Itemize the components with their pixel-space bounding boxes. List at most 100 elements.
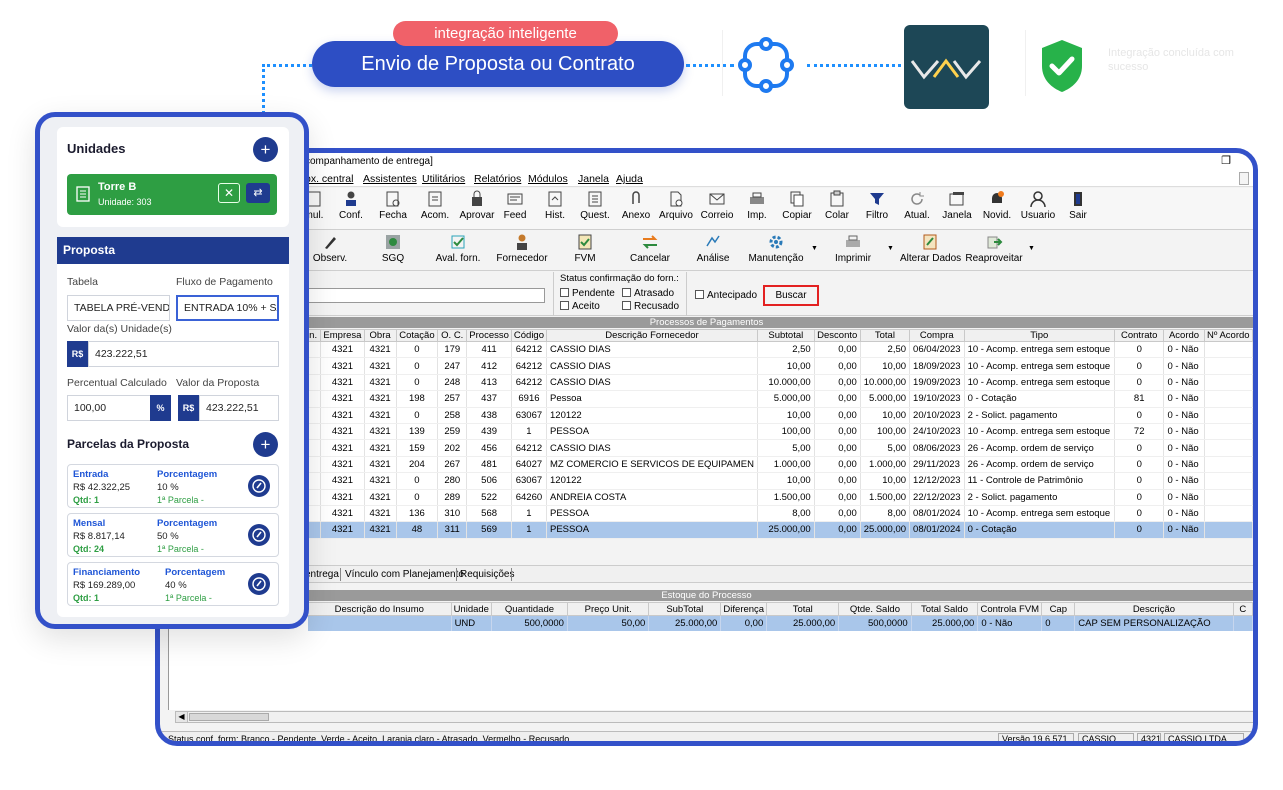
stock-column-header[interactable]: Controla FVM (977, 602, 1043, 616)
menu-relatorios[interactable]: Relatórios (474, 173, 521, 185)
percentual-field[interactable]: 100,00 (67, 395, 151, 421)
menu-utilitarios[interactable]: Utilitários (422, 173, 465, 185)
table-row[interactable]: 4321 4321 48 311 569 1 PESSOA 25.000,00 0,00 25.0… (305, 521, 1253, 539)
toolbar-anexo-button[interactable]: Anexo (615, 190, 657, 228)
valor-proposta-field[interactable]: 423.222,51 (199, 395, 279, 421)
toolbar-alterar-dados-button[interactable]: Alterar Dados (900, 233, 961, 269)
grid-column-header[interactable]: Código (510, 329, 548, 342)
stock-column-header[interactable]: C (1232, 602, 1253, 616)
reaproveitar-dropdown-icon[interactable]: ▼ (1028, 245, 1035, 252)
grid-column-header[interactable]: Empresa (320, 329, 365, 342)
toolbar-manutencao-button[interactable]: Manutenção (746, 233, 806, 269)
grid-column-header[interactable]: Processo (466, 329, 512, 342)
grid-column-header[interactable]: Obra (363, 329, 397, 342)
stock-grid-row[interactable]: UND 500,0000 50,00 25.000,00 0,00 25.000,00 50… (307, 615, 1253, 631)
buscar-button[interactable]: Buscar (763, 285, 819, 306)
scroll-thumb[interactable] (189, 713, 269, 721)
toolbar-fvm-button[interactable]: FVM (567, 233, 603, 269)
edit-parcela-icon[interactable] (248, 573, 270, 595)
tab-entrega[interactable]: entrega (305, 569, 339, 580)
toolbar-arquivo-button[interactable]: Arquivo (655, 190, 697, 228)
add-unidade-button[interactable]: + (253, 137, 278, 162)
recusado-checkbox[interactable]: Recusado (622, 301, 679, 312)
grid-column-header[interactable]: Acordo (1163, 329, 1205, 342)
stock-column-header[interactable]: Quantidade (490, 602, 568, 616)
toolbar-conf-button[interactable]: Conf. (330, 190, 372, 228)
table-row[interactable]: 4321 4321 0 280 506 63067 120122 10,00 0,00 10,00… (305, 472, 1253, 490)
menu-scroll-button[interactable] (1239, 172, 1249, 185)
stock-column-header[interactable]: Total (766, 602, 840, 616)
stock-column-header[interactable]: Descrição do Insumo (307, 602, 452, 616)
horizontal-scrollbar[interactable]: ◀ (175, 711, 1253, 723)
stock-column-header[interactable]: Diferença (720, 602, 768, 616)
edit-parcela-icon[interactable] (248, 475, 270, 497)
tab-requisicoes[interactable]: Requisições (460, 569, 514, 580)
toolbar-novid-button[interactable]: Novid. (976, 190, 1018, 228)
toolbar-imp-button[interactable]: Imp. (736, 190, 778, 228)
toolbar-usuario-button[interactable]: Usuario (1017, 190, 1059, 228)
toolbar-filtro-button[interactable]: Filtro (856, 190, 898, 228)
atrasado-checkbox[interactable]: Atrasado (622, 288, 674, 299)
table-row[interactable]: 4321 4321 136 310 568 1 PESSOA 8,00 0,00 8,00 08/0… (305, 505, 1253, 523)
stock-column-header[interactable]: Cap (1041, 602, 1076, 616)
menu-janela[interactable]: Janela (578, 173, 609, 185)
grid-column-header[interactable]: Cotação (395, 329, 439, 342)
grid-column-header[interactable]: Tipo (963, 329, 1115, 342)
toolbar-copiar-button[interactable]: Copiar (776, 190, 818, 228)
menu-aprox-central[interactable]: ox. central (305, 173, 353, 185)
stock-column-header[interactable]: SubTotal (648, 602, 722, 616)
toolbar-analise-button[interactable]: Análise (693, 233, 733, 269)
table-row[interactable]: 4321 4321 204 267 481 64027 MZ COMERCIO E SERV… (305, 456, 1253, 474)
table-row[interactable]: 4321 4321 0 258 438 63067 120122 10,00 0,00 10,00… (305, 407, 1253, 424)
table-row[interactable]: 4321 4321 0 289 522 64260 ANDREIA COSTA 1.500,0… (305, 489, 1253, 506)
table-row[interactable]: 4321 4321 159 202 456 64212 CASSIO DIAS 5,00 0,0… (305, 439, 1253, 457)
toolbar-aval-forn-button[interactable]: Aval. forn. (430, 233, 486, 269)
antecipado-checkbox[interactable]: Antecipado (695, 290, 757, 301)
toolbar-acom-button[interactable]: Acom. (414, 190, 456, 228)
toolbar-hist-button[interactable]: Hist. (534, 190, 576, 228)
aceito-checkbox[interactable]: Aceito (560, 301, 600, 312)
toolbar-fecha-button[interactable]: Fecha (372, 190, 414, 228)
stock-column-header[interactable]: Qtde. Saldo (838, 602, 912, 616)
toolbar-cancelar-button[interactable]: Cancelar (626, 233, 674, 269)
toolbar-janela-button[interactable]: Janela (936, 190, 978, 228)
toolbar-quest-button[interactable]: Quest. (574, 190, 616, 228)
toolbar-colar-button[interactable]: Colar (816, 190, 858, 228)
table-row[interactable]: 4321 4321 0 248 413 64212 CASSIO DIAS 10.000,00… (305, 374, 1253, 392)
remove-unit-button[interactable]: ✕ (218, 183, 240, 203)
toolbar-fornecedor-button[interactable]: Fornecedor (494, 233, 550, 269)
menu-assistentes[interactable]: Assistentes (363, 173, 417, 185)
stock-column-header[interactable]: Descrição (1074, 602, 1234, 616)
toolbar-observ-button[interactable]: Observ. (310, 233, 350, 269)
toolbar-aprovar-button[interactable]: Aprovar (456, 190, 498, 228)
toolbar-sgq-button[interactable]: SGQ (375, 233, 411, 269)
stock-column-header[interactable]: Unidade (450, 602, 492, 616)
restore-window-icon[interactable]: ❐ (1221, 154, 1231, 167)
menu-modulos[interactable]: Módulos (528, 173, 568, 185)
imprimir-dropdown-icon[interactable]: ▼ (887, 245, 894, 252)
grid-column-header[interactable]: Nº Acordo (1203, 329, 1253, 342)
table-row[interactable]: 4321 4321 139 259 439 1 PESSOA 100,00 0,00 100,00… (305, 423, 1253, 441)
swap-unit-icon[interactable]: ⇄ (246, 183, 270, 203)
search-input[interactable] (305, 288, 545, 303)
toolbar-sair-button[interactable]: Sair (1057, 190, 1099, 228)
grid-column-header[interactable]: Total (859, 329, 911, 342)
toolbar-atual-button[interactable]: Atual. (896, 190, 938, 228)
table-row[interactable]: 4321 4321 0 179 411 64212 CASSIO DIAS 2,50 0,00 2… (305, 341, 1253, 359)
menu-ajuda[interactable]: Ajuda (616, 173, 643, 185)
toolbar-correio-button[interactable]: Correio (696, 190, 738, 228)
pendente-checkbox[interactable]: Pendente (560, 288, 615, 299)
grid-column-header[interactable]: Compra (909, 329, 965, 342)
valor-unidade-field[interactable]: 423.222,51 (88, 341, 279, 367)
tabela-select[interactable]: TABELA PRÉ-VENDA (67, 295, 170, 321)
toolbar-imprimir-button[interactable]: Imprimir (829, 233, 877, 269)
tab-vinculo-planejamento[interactable]: Vínculo com Planejamento (345, 569, 464, 580)
scroll-left-icon[interactable]: ◀ (176, 712, 188, 722)
toolbar-feed-button[interactable]: Feed (494, 190, 536, 228)
stock-column-header[interactable]: Preço Unit. (566, 602, 650, 616)
toolbar-reaproveitar-button[interactable]: Reaproveitar (965, 233, 1023, 269)
add-parcela-button[interactable]: + (253, 432, 278, 457)
manutencao-dropdown-icon[interactable]: ▼ (811, 245, 818, 252)
grid-column-header[interactable]: Contrato (1113, 329, 1165, 342)
stock-column-header[interactable]: Total Saldo (910, 602, 979, 616)
